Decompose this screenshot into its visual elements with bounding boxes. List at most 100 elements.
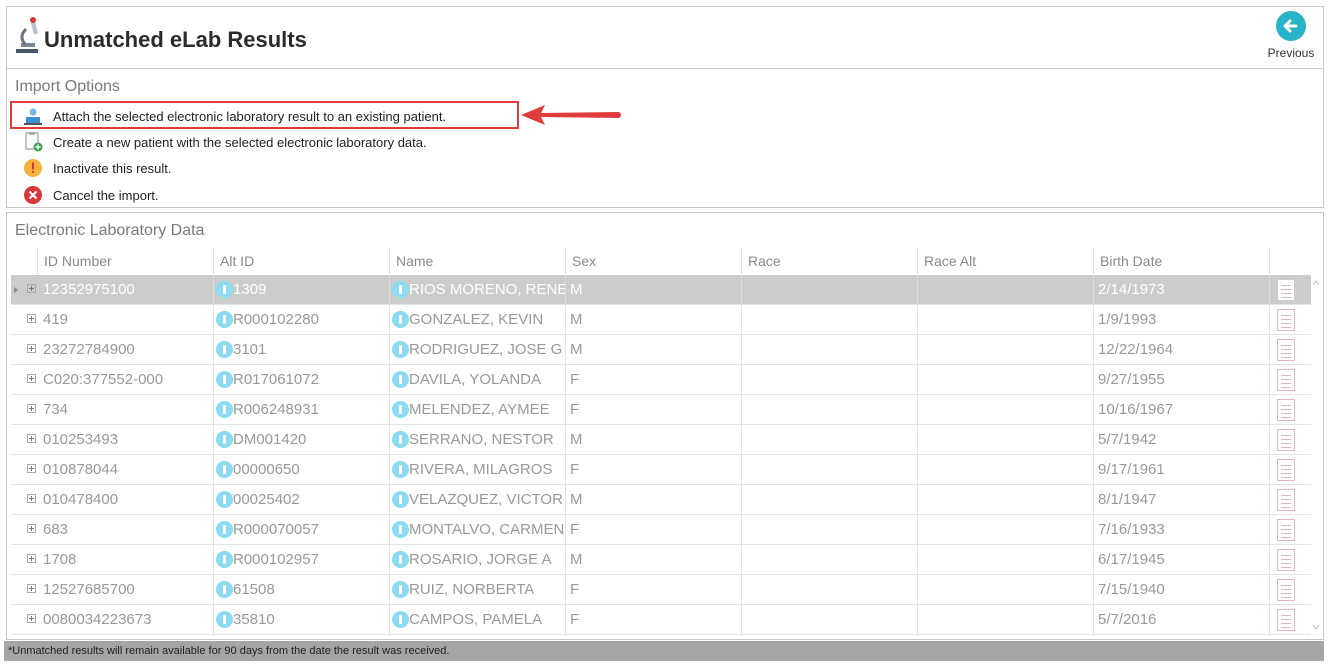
expand-row-icon[interactable] [27, 314, 36, 323]
expand-row-icon[interactable] [27, 614, 36, 623]
cell-text: M [570, 281, 583, 298]
column-header-race-alt[interactable]: Race Alt [917, 248, 1093, 274]
cell-text: 8/1/1947 [1098, 491, 1157, 508]
info-icon[interactable] [216, 611, 233, 628]
info-icon[interactable] [216, 491, 233, 508]
expand-row-icon[interactable] [27, 584, 36, 593]
expand-row-icon[interactable] [27, 494, 36, 503]
table-row[interactable]: 1708 R000102957 ROSARIO, JORGE A M 6/17/1945 [11, 545, 1311, 575]
column-header-sex[interactable]: Sex [565, 248, 741, 274]
table-row[interactable]: 23272784900 3101 RODRIGUEZ, JOSE G M 12/22/1… [11, 335, 1311, 365]
cell-text: 2/14/1973 [1098, 281, 1165, 298]
document-icon[interactable] [1277, 339, 1295, 361]
info-icon[interactable] [392, 611, 409, 628]
info-icon[interactable] [392, 521, 409, 538]
cell-text: 12527685700 [43, 581, 135, 598]
document-icon[interactable] [1277, 579, 1295, 601]
cell-race [741, 515, 917, 544]
info-icon[interactable] [216, 431, 233, 448]
option-cancel[interactable]: Cancel the import. [23, 184, 159, 206]
cell-race-alt [917, 485, 1093, 514]
table-row[interactable]: 0080034223673 35810 CAMPOS, PAMELA F 5/7/201… [11, 605, 1311, 635]
expand-row-icon[interactable] [27, 464, 36, 473]
table-row[interactable]: 010478400 00025402 VELAZQUEZ, VICTOR I M 8/1… [11, 485, 1311, 515]
info-icon[interactable] [392, 401, 409, 418]
cell-text: M [570, 491, 583, 508]
column-header-birth-date[interactable]: Birth Date [1093, 248, 1269, 274]
info-icon[interactable] [216, 581, 233, 598]
document-icon[interactable] [1277, 369, 1295, 391]
cell-name: MONTALVO, CARMEN [389, 515, 565, 544]
info-icon[interactable] [392, 491, 409, 508]
document-icon[interactable] [1277, 429, 1295, 451]
cell-race-alt [917, 275, 1093, 304]
info-icon[interactable] [216, 311, 233, 328]
expand-row-icon[interactable] [27, 344, 36, 353]
document-icon[interactable] [1277, 609, 1295, 631]
vertical-scrollbar[interactable] [1311, 275, 1321, 635]
new-patient-icon [23, 132, 43, 152]
cell-text: 010478400 [43, 491, 119, 508]
cell-text: M [570, 341, 583, 358]
info-icon[interactable] [392, 431, 409, 448]
table-row[interactable]: 12352975100 1309 RIOS MORENO, RENE M 2/14/19… [11, 275, 1311, 305]
cell-text: 00000650 [233, 461, 300, 478]
info-icon[interactable] [392, 581, 409, 598]
table-row[interactable]: 734 R006248931 MELENDEZ, AYMEE F 10/16/1967 [11, 395, 1311, 425]
info-icon[interactable] [392, 281, 409, 298]
info-icon[interactable] [216, 551, 233, 568]
option-inactivate[interactable]: Inactivate this result. [23, 157, 172, 179]
expand-row-icon[interactable] [27, 524, 36, 533]
info-icon[interactable] [216, 401, 233, 418]
cell-race [741, 275, 917, 304]
table-row[interactable]: 010878044 00000650 RIVERA, MILAGROS F 9/17/1… [11, 455, 1311, 485]
cell-id: 0080034223673 [37, 605, 213, 634]
table-row[interactable]: 12527685700 61508 RUIZ, NORBERTA F 7/15/1940 [11, 575, 1311, 605]
expand-row-icon[interactable] [27, 284, 36, 293]
info-icon[interactable] [216, 461, 233, 478]
option-attach-existing[interactable]: Attach the selected electronic laborator… [23, 105, 446, 127]
expand-row-icon[interactable] [27, 434, 36, 443]
document-icon[interactable] [1277, 279, 1295, 301]
column-header-alt-id[interactable]: Alt ID [213, 248, 389, 274]
info-icon[interactable] [216, 341, 233, 358]
cell-id: C020:377552-000 [37, 365, 213, 394]
column-header-race[interactable]: Race [741, 248, 917, 274]
cell-id: 010478400 [37, 485, 213, 514]
document-icon[interactable] [1277, 459, 1295, 481]
info-icon[interactable] [216, 371, 233, 388]
page-header: Unmatched eLab Results Previous [6, 6, 1324, 68]
info-icon[interactable] [216, 521, 233, 538]
info-icon[interactable] [392, 551, 409, 568]
info-icon[interactable] [392, 371, 409, 388]
cell-race [741, 485, 917, 514]
info-icon[interactable] [392, 461, 409, 478]
document-icon[interactable] [1277, 489, 1295, 511]
table-row[interactable]: 010253493 DM001420 SERRANO, NESTOR M 5/7/194… [11, 425, 1311, 455]
cell-text: SERRANO, NESTOR [409, 431, 554, 448]
cell-sex: F [565, 455, 741, 484]
option-create-new[interactable]: Create a new patient with the selected e… [23, 131, 427, 153]
info-icon[interactable] [392, 311, 409, 328]
document-icon[interactable] [1277, 399, 1295, 421]
cell-dob: 12/22/1964 [1093, 335, 1269, 364]
table-row[interactable]: 683 R000070057 MONTALVO, CARMEN F 7/16/1933 [11, 515, 1311, 545]
table-row[interactable]: 419 R000102280 GONZALEZ, KEVIN M 1/9/1993 [11, 305, 1311, 335]
info-icon[interactable] [392, 341, 409, 358]
expand-row-icon[interactable] [27, 554, 36, 563]
document-icon[interactable] [1277, 519, 1295, 541]
document-icon[interactable] [1277, 309, 1295, 331]
back-arrow-icon[interactable] [1276, 11, 1306, 41]
previous-button[interactable]: Previous [1263, 11, 1319, 60]
table-row[interactable]: C020:377552-000 R017061072 DAVILA, YOLANDA… [11, 365, 1311, 395]
column-header-name[interactable]: Name [389, 248, 565, 274]
document-icon[interactable] [1277, 549, 1295, 571]
expand-row-icon[interactable] [27, 404, 36, 413]
cell-sex: F [565, 515, 741, 544]
column-header-id[interactable]: ID Number [37, 248, 213, 274]
row-indicator-icon [14, 287, 18, 293]
cell-text: 12352975100 [43, 281, 135, 298]
expand-row-icon[interactable] [27, 374, 36, 383]
info-icon[interactable] [216, 281, 233, 298]
cell-text: 683 [43, 521, 69, 538]
